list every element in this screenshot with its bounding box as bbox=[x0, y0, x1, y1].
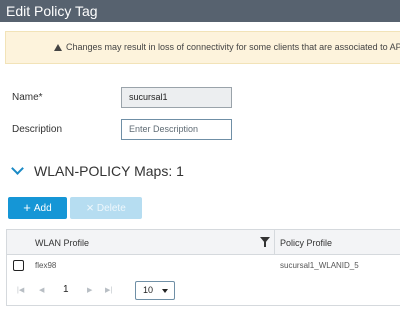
pagination: |◀ ◀ 1 ▶ ▶| 10 bbox=[7, 277, 400, 305]
column-divider[interactable] bbox=[274, 230, 275, 255]
cell-wlan-profile: flex98 bbox=[35, 261, 57, 270]
page-size-select[interactable]: 10 bbox=[135, 281, 175, 300]
section-title: WLAN-POLICY Maps: 1 bbox=[34, 163, 184, 179]
wlan-policy-table: WLAN Profile Policy Profile flex98 sucur… bbox=[6, 229, 400, 306]
row-checkbox[interactable] bbox=[13, 260, 24, 271]
name-field[interactable]: sucursal1 bbox=[121, 87, 232, 108]
add-label: Add bbox=[33, 203, 52, 214]
wlan-policy-section[interactable]: WLAN-POLICY Maps: 1 bbox=[10, 161, 184, 181]
filter-icon[interactable] bbox=[260, 237, 270, 247]
name-label: Name* bbox=[12, 92, 43, 103]
delete-button[interactable]: × Delete bbox=[70, 197, 142, 219]
chevron-down-icon[interactable] bbox=[11, 162, 24, 175]
next-page-icon[interactable]: ▶ bbox=[87, 286, 92, 294]
delete-label: Delete bbox=[96, 203, 126, 214]
cell-policy-profile: sucursal1_WLANID_5 bbox=[280, 261, 359, 270]
table-row[interactable]: flex98 sucursal1_WLANID_5 bbox=[7, 255, 400, 277]
description-field[interactable] bbox=[121, 119, 232, 140]
warning-icon bbox=[54, 44, 62, 51]
dialog-title: Edit Policy Tag bbox=[0, 0, 400, 22]
page-number[interactable]: 1 bbox=[63, 284, 69, 295]
table-header: WLAN Profile Policy Profile bbox=[7, 230, 400, 255]
first-page-icon[interactable]: |◀ bbox=[17, 286, 24, 294]
plus-icon: + bbox=[23, 200, 31, 215]
add-button[interactable]: + Add bbox=[8, 197, 67, 219]
column-header-wlan-profile[interactable]: WLAN Profile bbox=[35, 238, 89, 248]
description-input[interactable] bbox=[129, 124, 231, 134]
chevron-down-icon bbox=[162, 289, 168, 293]
warning-text: Changes may result in loss of connectivi… bbox=[66, 42, 400, 52]
last-page-icon[interactable]: ▶| bbox=[105, 286, 112, 294]
page-size-value: 10 bbox=[143, 285, 154, 295]
column-header-policy-profile[interactable]: Policy Profile bbox=[280, 238, 332, 248]
warning-banner: Changes may result in loss of connectivi… bbox=[5, 31, 400, 64]
prev-page-icon[interactable]: ◀ bbox=[39, 286, 44, 294]
name-value: sucursal1 bbox=[129, 92, 168, 102]
description-label: Description bbox=[12, 124, 63, 135]
close-icon: × bbox=[86, 200, 94, 215]
